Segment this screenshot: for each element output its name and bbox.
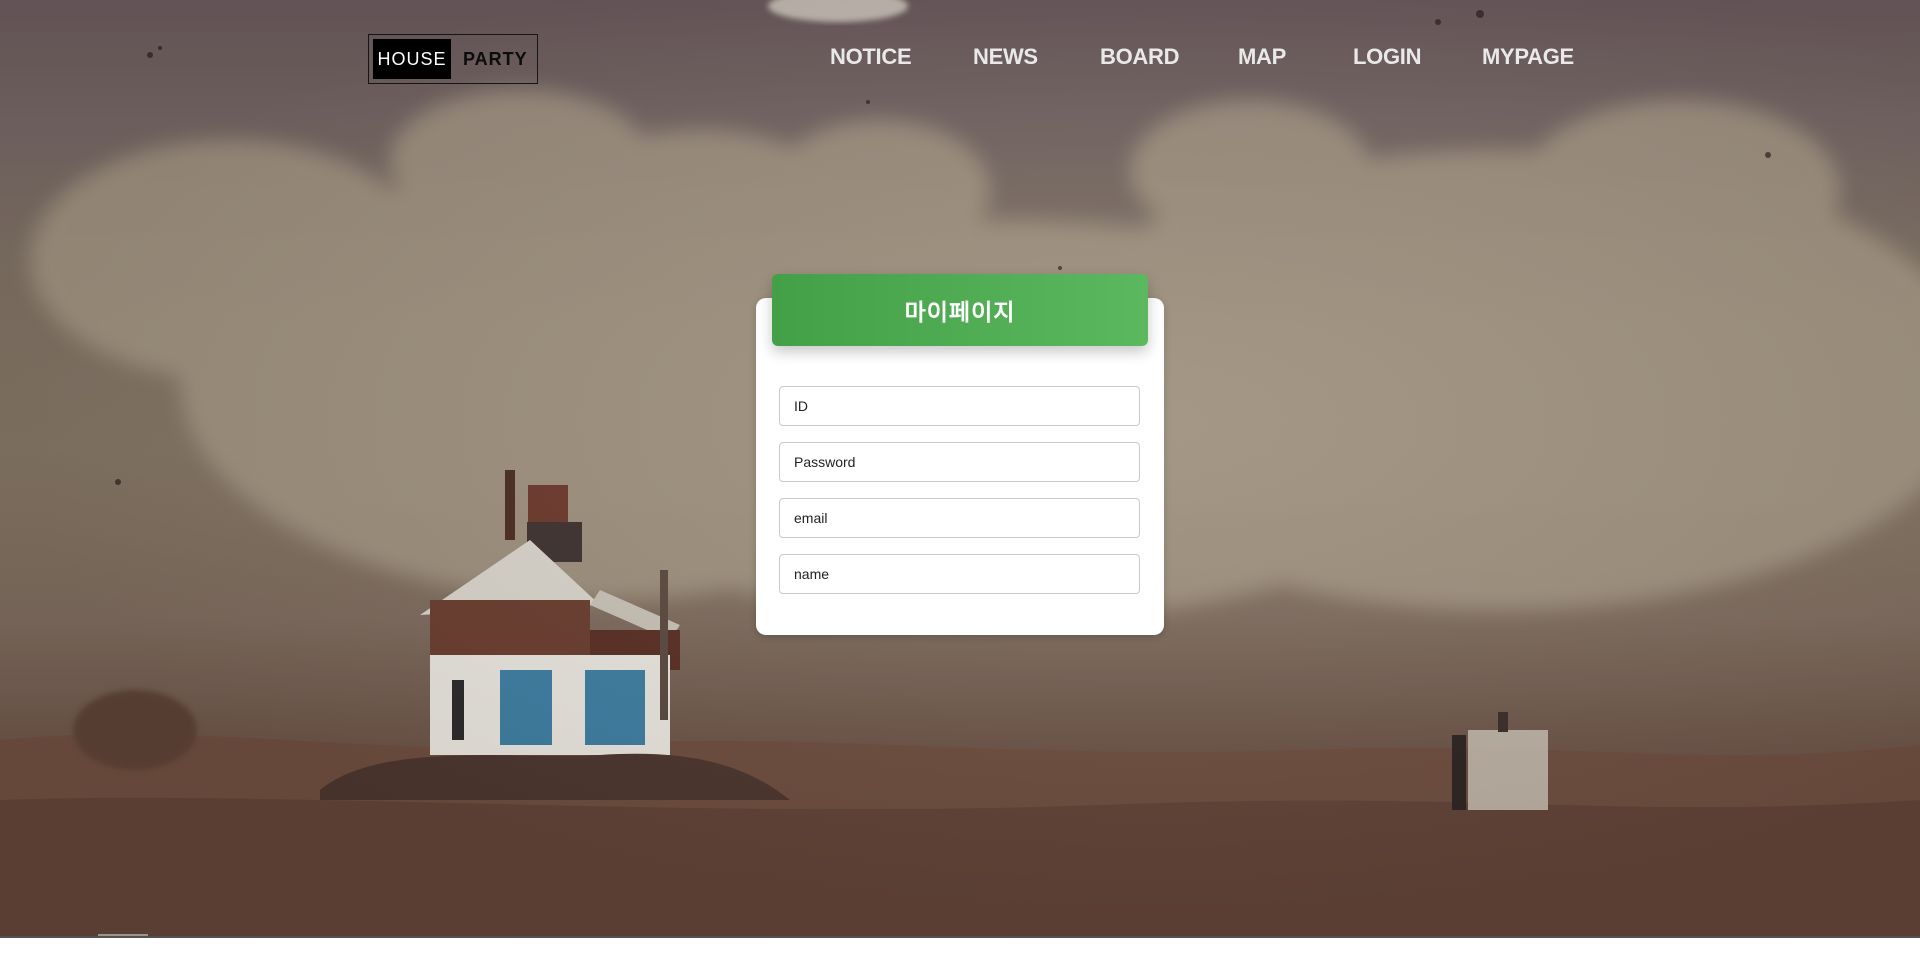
email-input[interactable] — [779, 498, 1140, 538]
site-logo[interactable]: HOUSE PARTY — [368, 34, 538, 84]
nav-map[interactable]: MAP — [1238, 44, 1286, 70]
page-divider — [0, 936, 1920, 938]
mypage-title: 마이페이지 — [904, 300, 1016, 326]
logo-party-text: PARTY — [463, 48, 528, 69]
nav-mypage[interactable]: MYPAGE — [1482, 44, 1574, 70]
logo-house-text: HOUSE — [373, 39, 451, 79]
password-input[interactable] — [779, 442, 1140, 482]
id-input[interactable] — [779, 386, 1140, 426]
mypage-card-header: 마이페이지 — [772, 274, 1148, 346]
scroll-indicator — [98, 934, 148, 936]
nav-login[interactable]: LOGIN — [1353, 44, 1421, 70]
nav-board[interactable]: BOARD — [1100, 44, 1179, 70]
nav-notice[interactable]: NOTICE — [830, 44, 912, 70]
nav-news[interactable]: NEWS — [973, 44, 1038, 70]
name-input[interactable] — [779, 554, 1140, 594]
